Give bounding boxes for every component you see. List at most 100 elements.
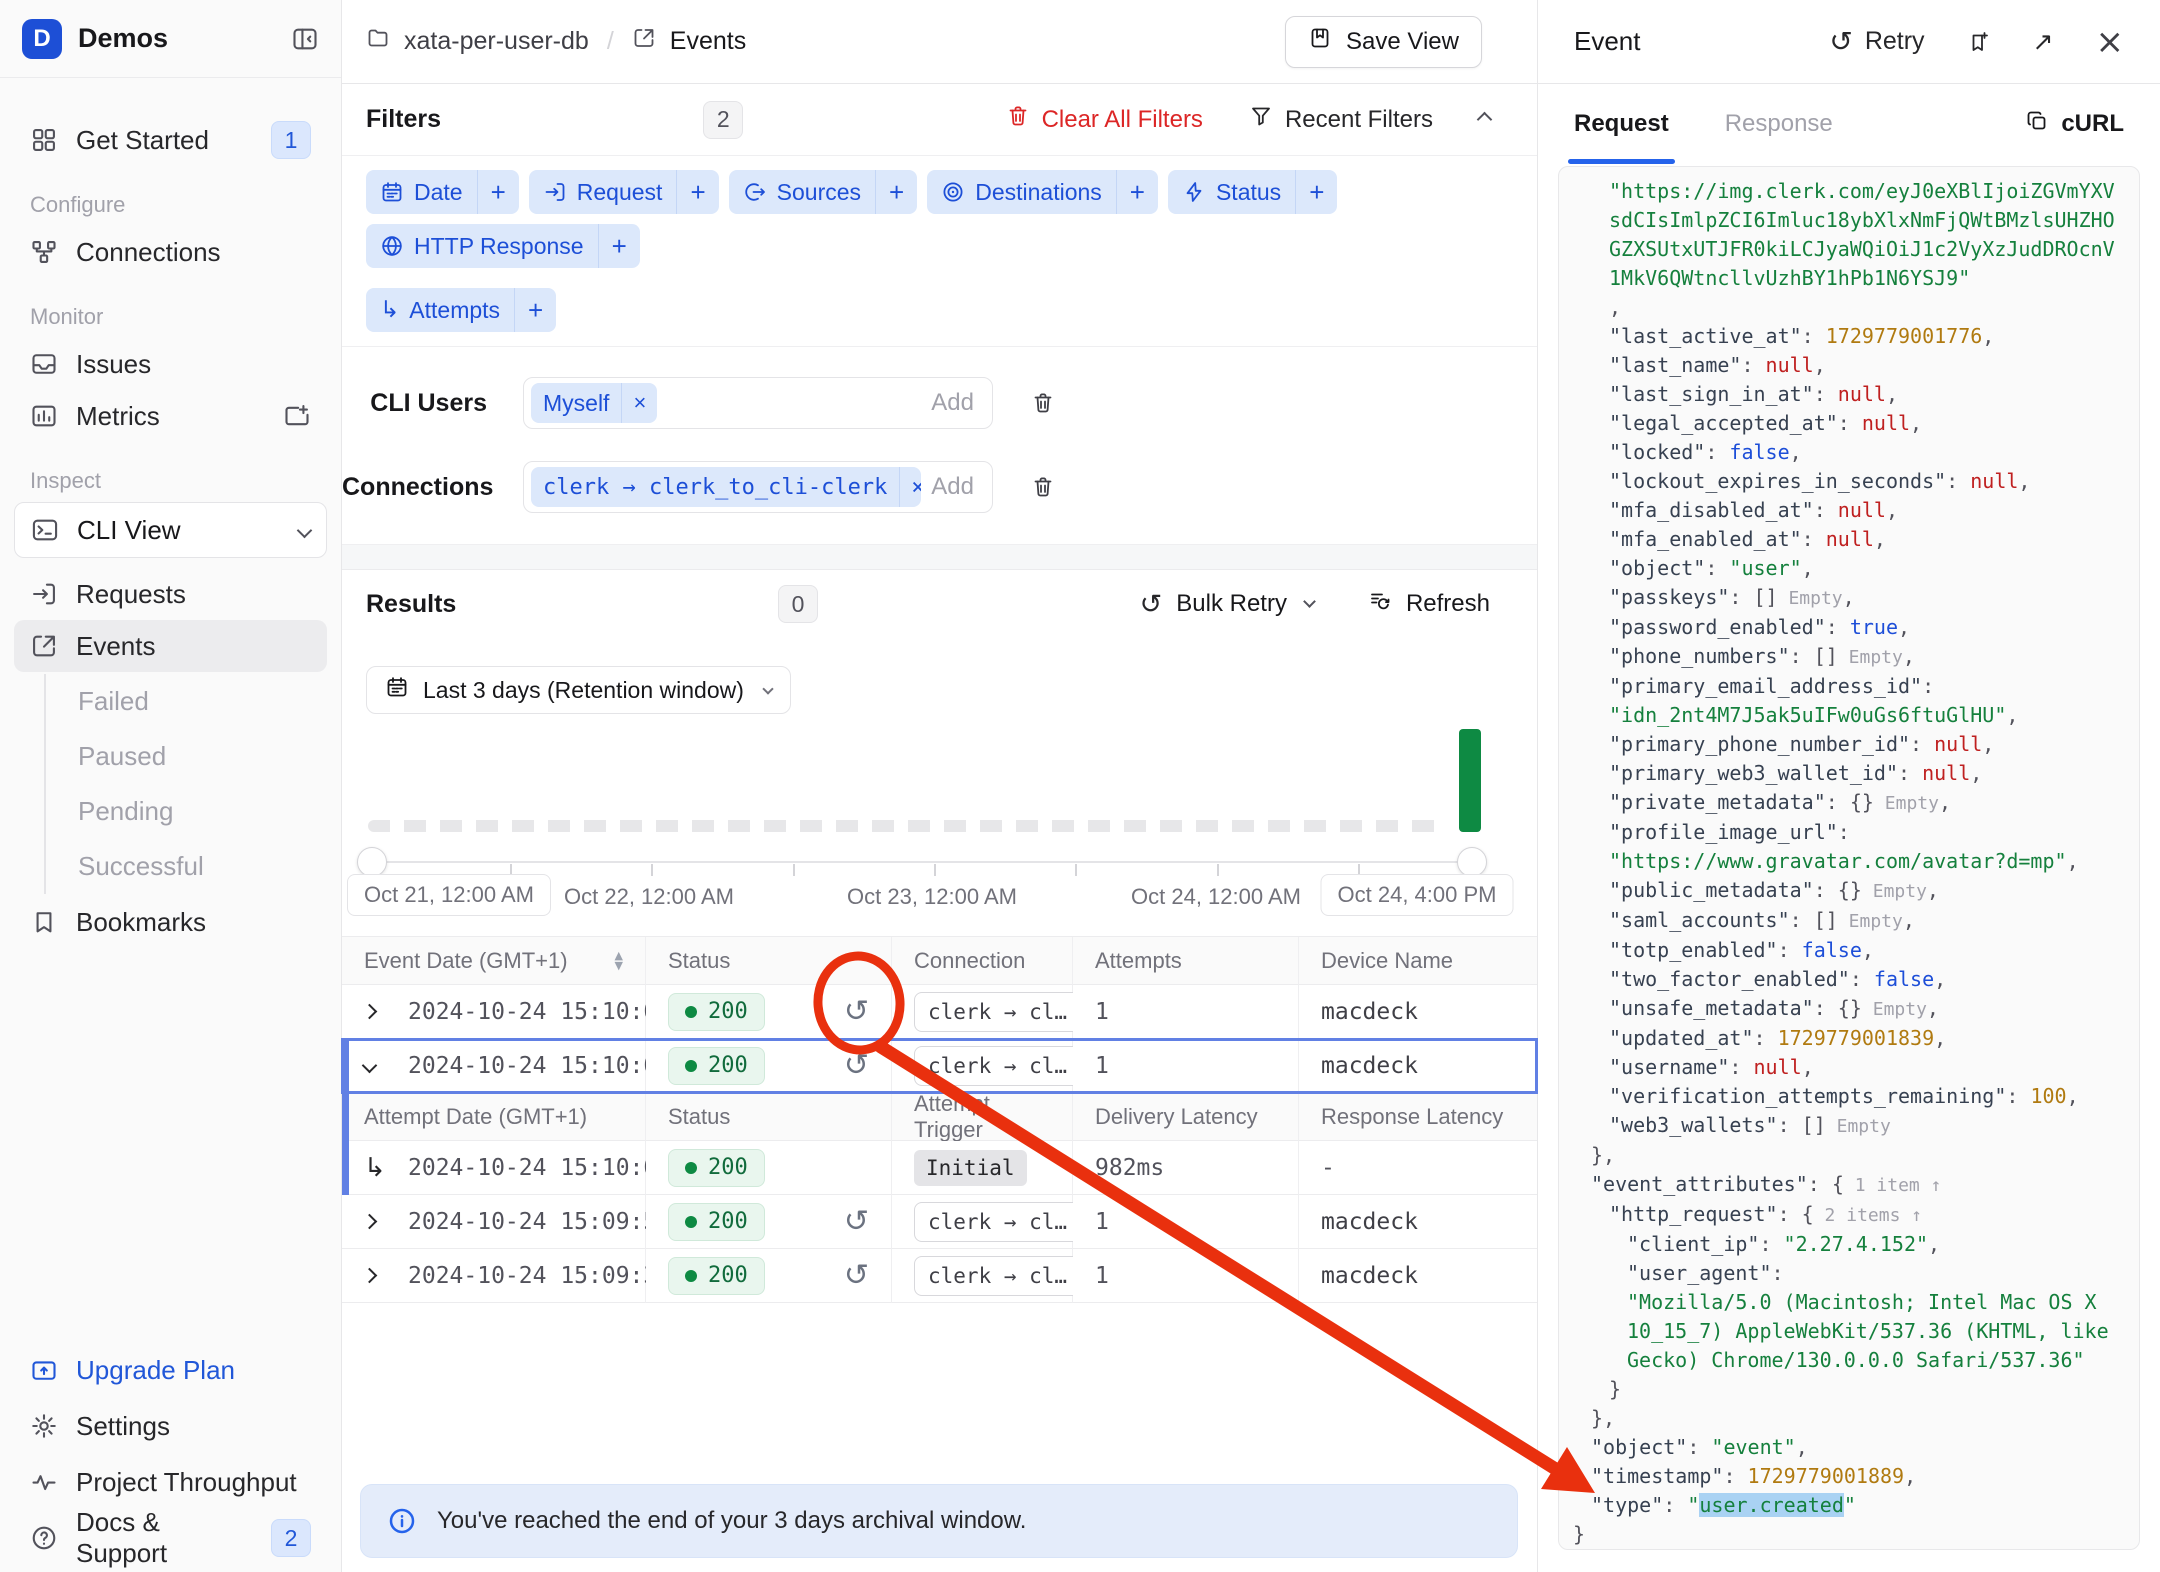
- event-row[interactable]: 2024-10-24 15:10:02 200 ↺ clerk → cl… 1 macde…: [341, 1038, 1538, 1094]
- sidebar-item-events[interactable]: Events: [14, 620, 327, 672]
- column-header-event-date-gmt-1[interactable]: Event Date (GMT+1) ▲ ▼: [342, 937, 646, 985]
- sidebar-item-get-started[interactable]: Get Started 1: [14, 114, 327, 166]
- add-value-button[interactable]: Add: [931, 473, 974, 501]
- refresh-button[interactable]: Refresh: [1368, 589, 1490, 620]
- add-filter-icon[interactable]: +: [1295, 170, 1337, 214]
- event-row[interactable]: 2024-10-24 15:09:35 200 ↺ clerk → cl… 1 macde…: [342, 1249, 1537, 1303]
- add-filter-icon[interactable]: +: [875, 170, 917, 214]
- bookmark-add-icon[interactable]: [1967, 30, 1991, 54]
- timeline-bar: [1459, 729, 1481, 832]
- chevron-down-icon[interactable]: [361, 1057, 394, 1074]
- column-header-connection[interactable]: Connection: [892, 937, 1073, 985]
- connection-chip[interactable]: clerk → cl…: [914, 1201, 1082, 1242]
- add-filter-icon[interactable]: +: [1115, 170, 1158, 214]
- results-title: Results: [366, 589, 457, 618]
- breadcrumb-project[interactable]: xata-per-user-db: [404, 27, 589, 56]
- event-row[interactable]: 2024-10-24 15:09:50 200 ↺ clerk → cl… 1 macde…: [342, 1195, 1537, 1249]
- sidebar-item-pending[interactable]: Pending: [46, 784, 341, 839]
- connection-chip[interactable]: clerk → cl…: [914, 1045, 1082, 1086]
- cli-view-select[interactable]: CLI View: [14, 502, 327, 558]
- sidebar-item-project-throughput[interactable]: Project Throughput: [14, 1456, 327, 1508]
- date-range-label: Last 3 days (Retention window): [423, 676, 744, 703]
- attempts-value: 1: [1095, 1262, 1109, 1289]
- event-timeline: Oct 21, 12:00 AM Oct 22, 12:00 AM Oct 23, …: [342, 724, 1537, 916]
- terminal-icon: [31, 516, 59, 544]
- filter-chip-request[interactable]: Request +: [528, 170, 719, 214]
- sidebar-item-successful[interactable]: Successful: [46, 839, 341, 894]
- sidebar-item-settings[interactable]: Settings: [14, 1400, 327, 1452]
- tab-request[interactable]: Request: [1568, 84, 1675, 164]
- status-icon: [1182, 180, 1206, 204]
- filter-chip-attempts[interactable]: ↳ Attempts +: [366, 288, 557, 332]
- attempt-arrow-icon: ↳: [364, 1152, 386, 1183]
- retry-icon[interactable]: ↺: [844, 1260, 869, 1291]
- collapse-sidebar-icon[interactable]: [291, 25, 319, 53]
- sidebar-item-upgrade-plan[interactable]: Upgrade Plan: [14, 1344, 327, 1396]
- sidebar-item-issues[interactable]: Issues: [14, 338, 327, 390]
- column-header-attempts[interactable]: Attempts: [1073, 937, 1299, 985]
- retry-icon[interactable]: ↺: [844, 1050, 869, 1081]
- sidebar-item-paused[interactable]: Paused: [46, 729, 341, 784]
- add-filter-icon[interactable]: +: [514, 288, 556, 332]
- chevron-right-icon[interactable]: [361, 1267, 394, 1284]
- sidebar-item-docs-support[interactable]: Docs & Support 2: [14, 1507, 327, 1568]
- filter-value-row: CLI Users Myself × Add: [342, 377, 1537, 429]
- open-external-icon[interactable]: ↗: [2033, 27, 2054, 56]
- addchart-icon[interactable]: [283, 402, 311, 430]
- sidebar-item-requests[interactable]: Requests: [14, 568, 327, 620]
- filter-chip-http-response[interactable]: HTTP Response +: [366, 224, 640, 268]
- remove-value-icon[interactable]: ×: [899, 467, 921, 507]
- sidebar-item-bookmarks[interactable]: Bookmarks: [14, 896, 327, 948]
- retry-icon[interactable]: ↺: [844, 996, 869, 1027]
- filter-chip-status[interactable]: Status +: [1167, 170, 1338, 214]
- sub-column-header-status: Status: [646, 1093, 892, 1141]
- bulk-retry-button[interactable]: ↺ Bulk Retry: [1140, 590, 1316, 618]
- folder-icon: [366, 26, 390, 57]
- filter-chip-label: Attempts: [409, 296, 501, 323]
- curl-button[interactable]: cURL: [2025, 109, 2124, 140]
- add-value-button[interactable]: Add: [931, 389, 974, 417]
- delete-filter-icon[interactable]: [1031, 391, 1055, 415]
- slider-handle-right[interactable]: [1457, 847, 1487, 877]
- column-header-device-name[interactable]: Device Name: [1299, 937, 1537, 985]
- date-range-select[interactable]: Last 3 days (Retention window): [366, 666, 791, 714]
- add-filter-icon[interactable]: +: [676, 170, 718, 214]
- attempt-table-header: Attempt Date (GMT+1) Status Attempt Trigge…: [342, 1091, 1537, 1142]
- retry-label: Retry: [1864, 27, 1925, 55]
- attempt-row[interactable]: ↳ 2024-10-24 15:10:03 200 Initial 982ms -: [342, 1141, 1537, 1195]
- column-header-status[interactable]: Status: [646, 937, 892, 985]
- sidebar-item-connections[interactable]: Connections: [14, 226, 327, 278]
- workspace-logo[interactable]: D: [22, 18, 62, 59]
- filter-chip-sources[interactable]: Sources +: [728, 170, 918, 214]
- sidebar-item-failed[interactable]: Failed: [46, 674, 341, 729]
- filter-chip-date[interactable]: Date +: [366, 170, 519, 214]
- event-row[interactable]: 2024-10-24 15:10:02 200 ↺ clerk → cl… 1 macde…: [342, 985, 1537, 1039]
- chevron-right-icon[interactable]: [361, 1213, 394, 1230]
- tab-response[interactable]: Response: [1725, 84, 1833, 164]
- chevron-right-icon[interactable]: [361, 1003, 394, 1020]
- clear-all-filters-button[interactable]: Clear All Filters: [1006, 104, 1203, 135]
- connection-chip[interactable]: clerk → cl…: [914, 1255, 1082, 1296]
- delete-filter-icon[interactable]: [1031, 475, 1055, 499]
- retry-button[interactable]: ↺ Retry: [1829, 27, 1924, 56]
- add-filter-icon[interactable]: +: [597, 224, 640, 268]
- results-bar: Results 0 ↺ Bulk Retry Refresh: [342, 570, 1537, 638]
- request-payload-viewer[interactable]: "https://img.clerk.com/eyJ0eXBlIjoiZGVmY…: [1558, 166, 2140, 1550]
- cli-users-input[interactable]: Myself × Add: [523, 377, 993, 429]
- connections-input[interactable]: clerk → clerk_to_cli-clerk × Add: [523, 461, 993, 513]
- add-filter-icon[interactable]: +: [476, 170, 519, 214]
- collapse-filters-icon[interactable]: [1476, 111, 1493, 128]
- filter-chip-destinations[interactable]: Destinations +: [927, 170, 1158, 214]
- timeline-slider-track[interactable]: [372, 861, 1472, 863]
- sort-icon[interactable]: ▲ ▼: [615, 950, 623, 971]
- table-header: Event Date (GMT+1) ▲ ▼ Status Connection Atte…: [342, 937, 1537, 985]
- save-view-button[interactable]: Save View: [1285, 15, 1482, 68]
- close-icon[interactable]: ×: [2096, 25, 2125, 59]
- sidebar-item-metrics[interactable]: Metrics: [14, 390, 327, 442]
- sidebar-item-label: Metrics: [76, 400, 160, 431]
- slider-handle-left[interactable]: [357, 847, 387, 877]
- remove-value-icon[interactable]: ×: [621, 383, 657, 423]
- recent-filters-button[interactable]: Recent Filters: [1249, 104, 1433, 135]
- connection-chip[interactable]: clerk → cl…: [914, 991, 1082, 1032]
- retry-icon[interactable]: ↺: [844, 1206, 869, 1237]
